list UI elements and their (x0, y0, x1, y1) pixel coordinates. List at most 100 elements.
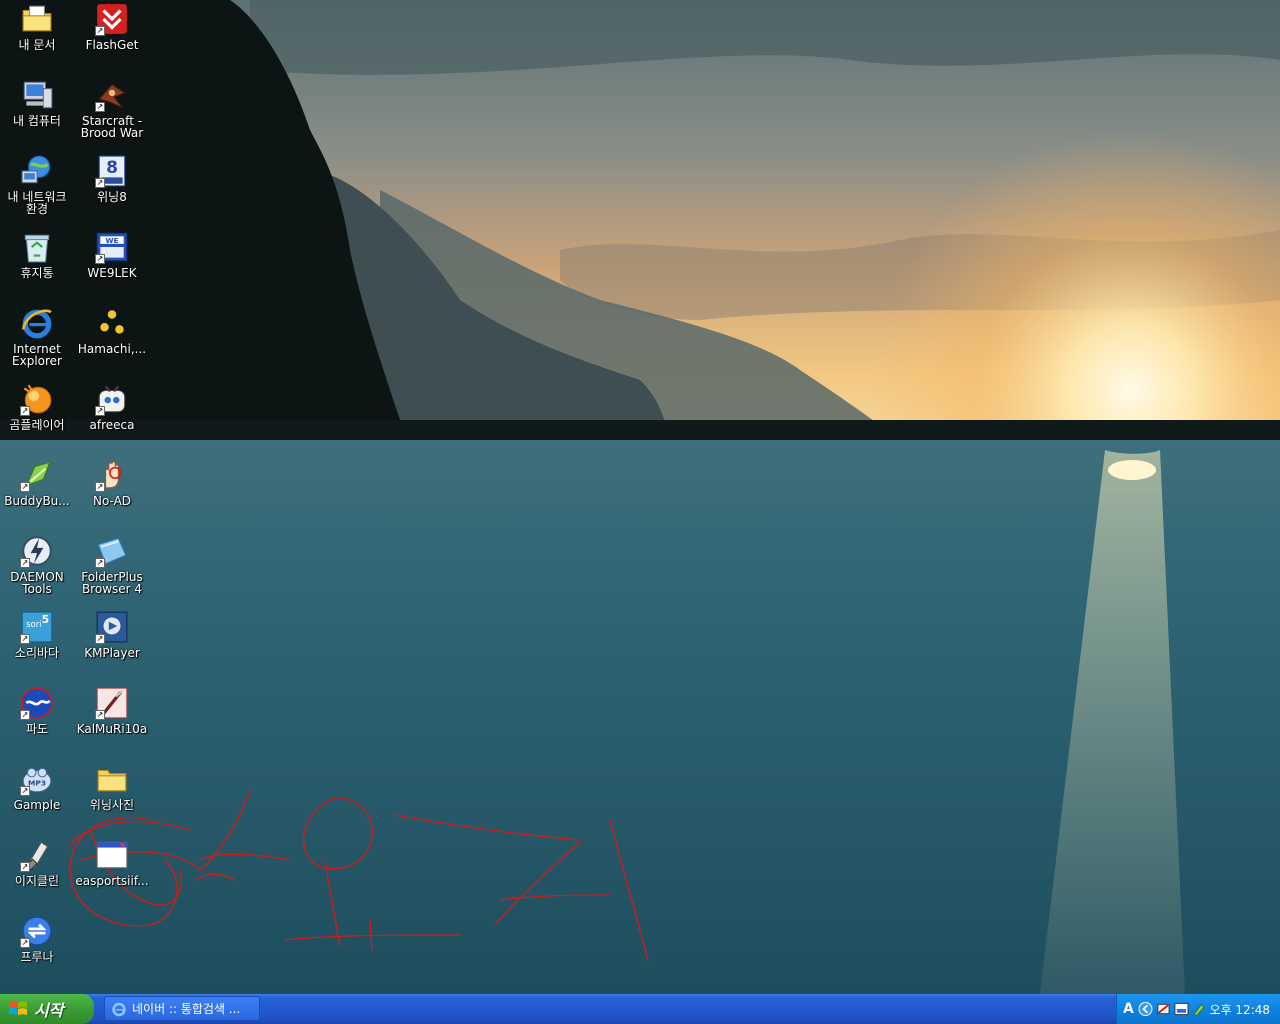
taskbar: 시작 네이버 :: 통합검색 ... A 오후 12:48 (0, 994, 1280, 1024)
svg-text:8: 8 (106, 158, 118, 178)
desktop-icon-we9lek[interactable]: WE ↗ WE9LEK (74, 228, 150, 300)
desktop-icon-label: KMPlayer (84, 646, 140, 660)
buddybuddy-icon: ↗ (20, 458, 54, 492)
desktop-icon-label: 내 문서 (18, 38, 56, 52)
my-computer-icon (20, 78, 54, 112)
shortcut-arrow-icon: ↗ (95, 710, 105, 720)
soribada-icon: sori 5 ↗ (20, 610, 54, 644)
svg-text:WE: WE (105, 236, 118, 245)
window-icon (95, 838, 129, 872)
desktop-icon-label: 내 네트워크 환경 (7, 190, 67, 216)
svg-text:MP3: MP3 (28, 778, 46, 787)
desktop-icon-no-ad[interactable]: ↗ No-AD (74, 456, 150, 528)
desktop-icon-label: Internet Explorer (12, 342, 62, 368)
messenger-icon[interactable] (1174, 1001, 1189, 1017)
ime-language-indicator[interactable]: A (1123, 1001, 1134, 1017)
taskbar-item-naver-search[interactable]: 네이버 :: 통합검색 ... (104, 996, 260, 1021)
desktop-icon-easyclean[interactable]: ↗ 이지클린 (0, 836, 75, 908)
taskbar-item-label: 네이버 :: 통합검색 ... (132, 1002, 241, 1016)
desktop-icon-label: 위닝사진 (89, 798, 135, 812)
desktop-icon-afreeca[interactable]: ↗ afreeca (74, 380, 150, 452)
desktop-icon-starcraft[interactable]: ↗ Starcraft - Brood War (74, 76, 150, 148)
shortcut-arrow-icon: ↗ (95, 406, 105, 416)
desktop[interactable]: 내 문서 ↗ FlashGet 내 컴퓨터 ↗ Starcraft - Broo… (0, 0, 1280, 994)
gample-icon: MP3 ↗ (20, 762, 54, 796)
desktop-icon-winning-photos-folder[interactable]: 위닝사진 (74, 760, 150, 832)
afreeca-icon: ↗ (95, 382, 129, 416)
desktop-icon-label: Hamachi,... (77, 342, 147, 356)
pruna-icon: ↗ (20, 914, 54, 948)
desktop-icon-label: 프루나 (20, 950, 54, 964)
network-status-icon[interactable] (1156, 1001, 1171, 1017)
desktop-icon-internet-explorer[interactable]: Internet Explorer (0, 304, 75, 376)
desktop-icon-winning8[interactable]: 8 ↗ 위닝8 (74, 152, 150, 224)
pado-icon: ↗ (20, 686, 54, 720)
desktop-icon-network-places[interactable]: 내 네트워크 환경 (0, 152, 75, 224)
shortcut-arrow-icon: ↗ (95, 482, 105, 492)
shortcut-arrow-icon: ↗ (20, 558, 30, 568)
desktop-icon-label: KalMuRi10a (76, 722, 148, 736)
shortcut-arrow-icon: ↗ (95, 558, 105, 568)
system-tray: A 오후 12:48 (1116, 994, 1280, 1024)
shortcut-arrow-icon: ↗ (20, 634, 30, 644)
desktop-icon-label: 내 컴퓨터 (13, 114, 61, 128)
desktop-icon-easportsiif[interactable]: easportsiif... (74, 836, 150, 908)
desktop-icon-label: 소리바다 (14, 646, 60, 660)
desktop-icon-gample[interactable]: MP3 ↗ Gample (0, 760, 75, 832)
desktop-icon-pado[interactable]: ↗ 파도 (0, 684, 75, 756)
desktop-icon-label: 이지클린 (14, 874, 60, 888)
recycle-bin-icon (20, 230, 54, 264)
desktop-icon-label: Starcraft - Brood War (80, 114, 144, 140)
show-hidden-icons-chevron-icon[interactable] (1138, 1001, 1153, 1017)
desktop-icon-label: FlashGet (85, 38, 139, 52)
desktop-icon-label: 위닝8 (97, 190, 127, 204)
shortcut-arrow-icon: ↗ (20, 862, 30, 872)
desktop-icon-buddybuddy[interactable]: ↗ BuddyBu... (0, 456, 75, 528)
wallpaper-sunset-sea (0, 0, 1280, 994)
we9lek-icon: WE ↗ (95, 230, 129, 264)
desktop-icon-label: No-AD (92, 494, 132, 508)
desktop-icon-kmplayer[interactable]: ↗ KMPlayer (74, 608, 150, 680)
start-button[interactable]: 시작 (0, 994, 94, 1024)
desktop-icon-label: FolderPlus Browser 4 (81, 570, 143, 596)
shortcut-arrow-icon: ↗ (95, 254, 105, 264)
svg-text:sori: sori (26, 620, 42, 630)
desktop-icon-daemon-tools[interactable]: ↗ DAEMON Tools (0, 532, 75, 604)
kmplayer-icon: ↗ (95, 610, 129, 644)
winning8-icon: 8 ↗ (95, 154, 129, 188)
shortcut-arrow-icon: ↗ (20, 710, 30, 720)
internet-explorer-icon (112, 1002, 126, 1016)
start-label: 시작 (34, 1001, 64, 1020)
desktop-icon-kalmuri[interactable]: ↗ KalMuRi10a (74, 684, 150, 756)
desktop-icon-flashget[interactable]: ↗ FlashGet (74, 0, 150, 72)
desktop-icon-label: afreeca (89, 418, 135, 432)
easyclean-icon: ↗ (20, 838, 54, 872)
shortcut-arrow-icon: ↗ (20, 482, 30, 492)
my-documents-icon (20, 2, 54, 36)
kalmuri-icon: ↗ (95, 686, 129, 720)
desktop-icon-hamachi[interactable]: Hamachi,... (74, 304, 150, 376)
windows-logo-icon (9, 1000, 27, 1016)
folder-icon (95, 762, 129, 796)
desktop-icon-my-documents[interactable]: 내 문서 (0, 0, 75, 72)
shortcut-arrow-icon: ↗ (95, 26, 105, 36)
desktop-icon-recycle-bin[interactable]: 휴지통 (0, 228, 75, 300)
desktop-icon-gom-player[interactable]: ↗ 곰플레이어 (0, 380, 75, 452)
daemon-tools-icon: ↗ (20, 534, 54, 568)
shortcut-arrow-icon: ↗ (95, 178, 105, 188)
clock[interactable]: 오후 12:48 (1210, 1001, 1270, 1018)
shortcut-arrow-icon: ↗ (95, 634, 105, 644)
pen-tool-icon[interactable] (1192, 1001, 1207, 1017)
desktop-icon-label: Gample (13, 798, 61, 812)
network-places-icon (20, 154, 54, 188)
desktop-icon-folderplus[interactable]: ↗ FolderPlus Browser 4 (74, 532, 150, 604)
desktop-icon-soribada[interactable]: sori 5 ↗ 소리바다 (0, 608, 75, 680)
hamachi-icon (95, 306, 129, 340)
desktop-icon-label: 휴지통 (20, 266, 54, 280)
folderplus-icon: ↗ (95, 534, 129, 568)
starcraft-icon: ↗ (95, 78, 129, 112)
desktop-icon-label: DAEMON Tools (10, 570, 64, 596)
desktop-icon-my-computer[interactable]: 내 컴퓨터 (0, 76, 75, 148)
desktop-icon-pruna[interactable]: ↗ 프루나 (0, 912, 75, 984)
svg-text:5: 5 (42, 613, 49, 626)
